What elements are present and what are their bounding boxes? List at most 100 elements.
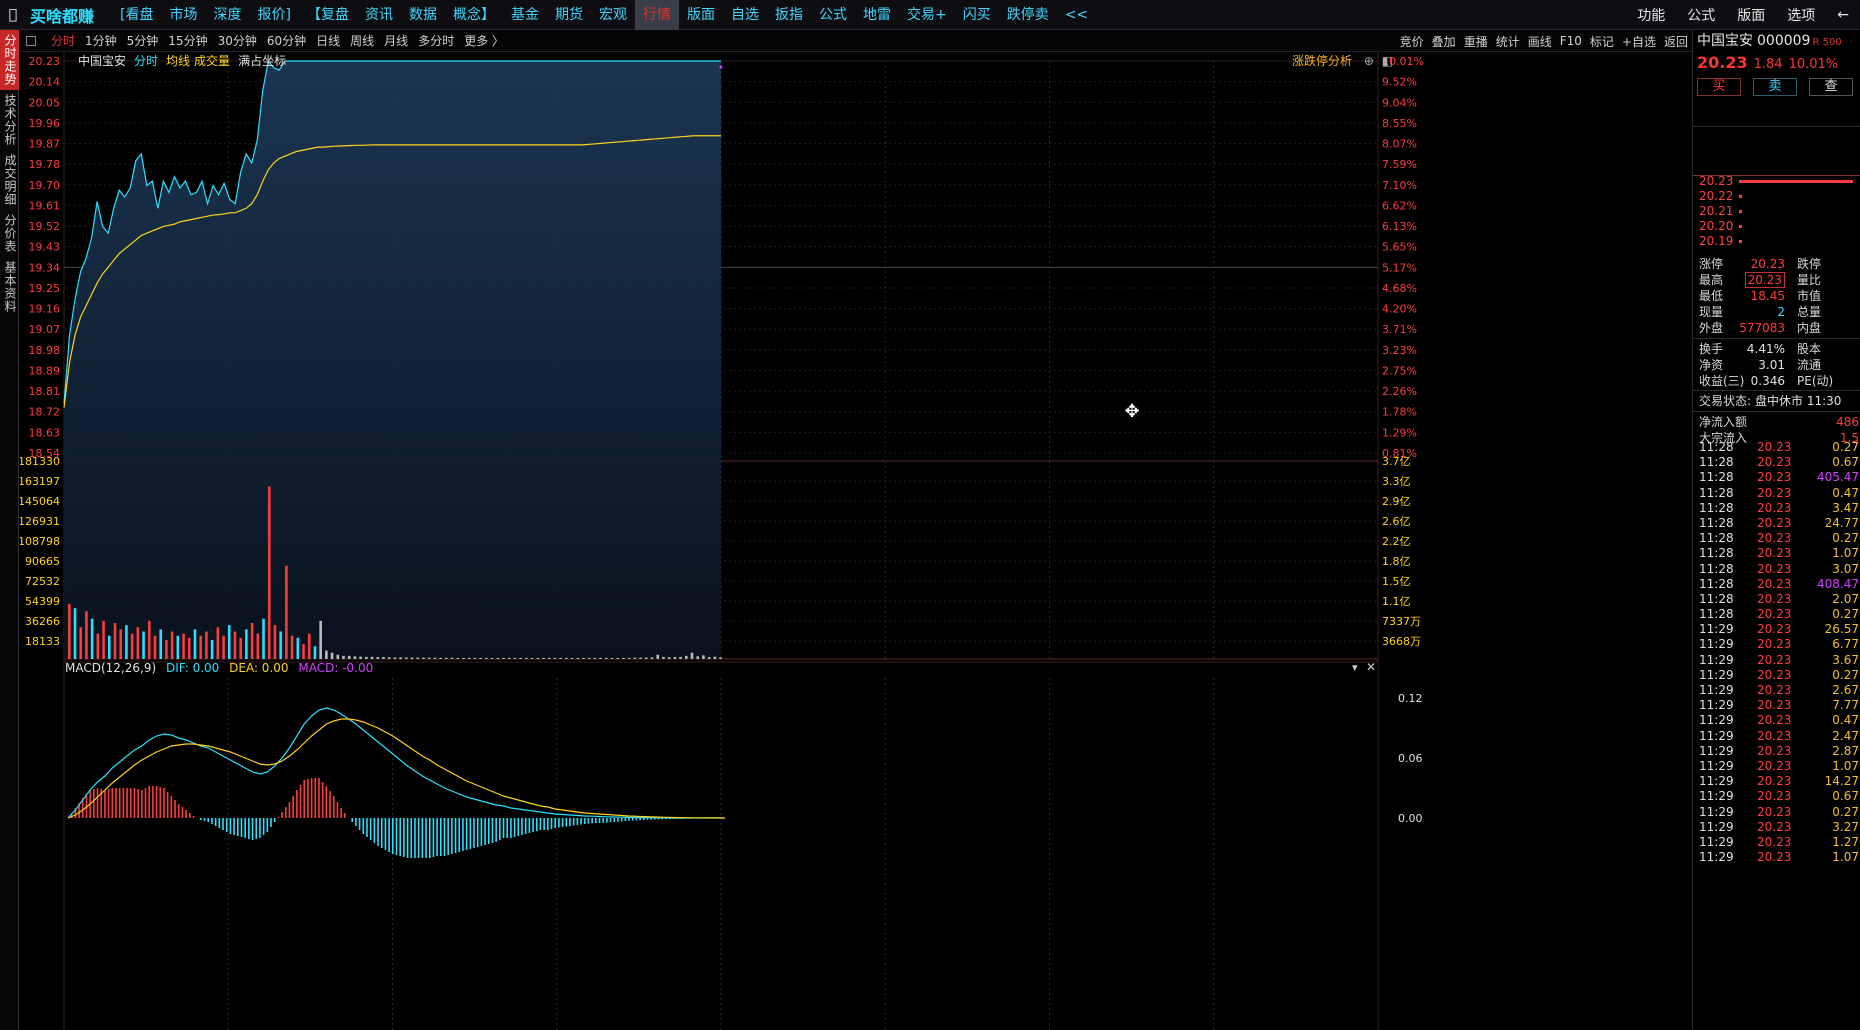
tick-row[interactable]: 11:28 20.23 0.67 — [1693, 455, 1860, 470]
period-tab[interactable]: 5分钟 — [122, 32, 164, 49]
chart-item-time[interactable]: 分时 — [134, 52, 158, 69]
menu-item[interactable]: 市场 — [161, 0, 205, 30]
order-book-level[interactable]: 20.22 — [1693, 189, 1860, 204]
period-tab[interactable]: 1分钟 — [80, 32, 122, 49]
order-book-level[interactable]: 20.21 — [1693, 204, 1860, 219]
period-tab[interactable]: 分时 — [46, 32, 80, 49]
menu-item[interactable]: 概念】 — [445, 0, 503, 30]
menu-item[interactable]: 资讯 — [357, 0, 401, 30]
sell-button[interactable]: 卖 — [1753, 78, 1797, 96]
tick-row[interactable]: 11:29 20.23 2.47 — [1693, 729, 1860, 744]
menu-item[interactable]: 自选 — [723, 0, 767, 30]
toolbar-action[interactable]: 叠加 — [1428, 33, 1460, 50]
query-button[interactable]: 查 — [1809, 78, 1853, 96]
tick-row[interactable]: 11:28 20.23 24.77 — [1693, 516, 1860, 531]
tick-row[interactable]: 11:28 20.23 0.27 — [1693, 607, 1860, 622]
macd-close-icon[interactable]: ✕ — [1366, 660, 1376, 674]
tick-row[interactable]: 11:28 20.23 0.47 — [1693, 486, 1860, 501]
menu-item[interactable]: 行情 — [634, 0, 679, 30]
toolbar-action[interactable]: 标记 — [1586, 33, 1618, 50]
menu-item[interactable]: 数据 — [401, 0, 445, 30]
tick-row[interactable]: 11:29 20.23 7.77 — [1693, 698, 1860, 713]
menu-item[interactable]: 跌停卖 — [999, 0, 1057, 30]
toolbar-action[interactable]: 统计 — [1492, 33, 1524, 50]
menu-item[interactable]: 交易+ — [899, 0, 955, 30]
period-tab[interactable]: 30分钟 — [213, 32, 262, 49]
period-tab[interactable]: 日线 — [311, 32, 345, 49]
menu-item[interactable]: 深度 — [205, 0, 249, 30]
buy-button[interactable]: 买 — [1697, 78, 1741, 96]
tick-row[interactable]: 11:29 20.23 14.27 — [1693, 774, 1860, 789]
period-tab[interactable]: 月线 — [379, 32, 413, 49]
tick-row[interactable]: 11:29 20.23 3.67 — [1693, 653, 1860, 668]
menu-item[interactable]: 宏观 — [591, 0, 635, 30]
side-tab[interactable]: 基本资料 — [0, 257, 19, 317]
period-tab[interactable]: 多分时 — [413, 32, 459, 49]
order-book-level[interactable]: 20.20 — [1693, 219, 1860, 234]
tick-row[interactable]: 11:29 20.23 3.27 — [1693, 820, 1860, 835]
period-tab[interactable]: 周线 — [345, 32, 379, 49]
tick-row[interactable]: 11:28 20.23 0.27 — [1693, 531, 1860, 546]
menu-item[interactable]: 期货 — [547, 0, 591, 30]
tick-row[interactable]: 11:28 20.23 408.47 — [1693, 577, 1860, 592]
toolbar-action[interactable]: F10 — [1556, 34, 1586, 48]
tick-row[interactable]: 11:29 20.23 26.57 — [1693, 622, 1860, 637]
menu-item[interactable]: << — [1057, 0, 1096, 30]
panel-toggle-icon[interactable] — [26, 35, 36, 46]
back-arrow-icon[interactable]: ← — [1826, 7, 1860, 23]
side-tab[interactable]: 分时走势 — [0, 30, 19, 90]
chart-canvas[interactable]: 20.23 10.01%20.14 9.52%20.05 9.04%19.96 8.55… — [20, 52, 1692, 1030]
side-tab[interactable]: 成交明细 — [0, 150, 19, 210]
menu-item[interactable]: [看盘 — [112, 0, 161, 30]
tick-row[interactable]: 11:29 20.23 1.07 — [1693, 759, 1860, 774]
period-tab[interactable]: 60分钟 — [262, 32, 311, 49]
tick-row[interactable]: 11:28 20.23 0.27 — [1693, 440, 1860, 455]
menu-right-item[interactable]: 版面 — [1726, 5, 1776, 25]
menu-item[interactable]: 公式 — [811, 0, 855, 30]
menu-item[interactable]: 报价] — [249, 0, 298, 30]
period-tab[interactable]: 更多 〉 — [459, 32, 509, 49]
tick-row[interactable]: 11:29 20.23 1.27 — [1693, 835, 1860, 850]
macd-dropdown-icon[interactable]: ▾ — [1352, 661, 1358, 674]
menu-item[interactable]: 版面 — [679, 0, 723, 30]
window-icon[interactable]: ◧ — [1382, 54, 1393, 68]
tick-row[interactable]: 11:29 20.23 2.67 — [1693, 683, 1860, 698]
toolbar-action[interactable]: 画线 — [1524, 33, 1556, 50]
toolbar-action[interactable]: 返回 — [1660, 33, 1692, 50]
tick-row[interactable]: 11:29 20.23 6.77 — [1693, 637, 1860, 652]
menu-right-item[interactable]: 公式 — [1676, 5, 1726, 25]
period-tab[interactable]: 15分钟 — [163, 32, 212, 49]
side-tab[interactable]: 技术分析 — [0, 90, 19, 150]
toolbar-action[interactable]: 竞价 — [1396, 33, 1428, 50]
toolbar-action[interactable]: 重播 — [1460, 33, 1492, 50]
plus-icon[interactable]: ⊕ — [1364, 54, 1374, 68]
intraday-chart[interactable]: 20.23 10.01% 20.14 9.52% 20.05 9.04% 19.96 8.55… — [20, 52, 1692, 1030]
tick-row[interactable]: 11:29 20.23 0.27 — [1693, 668, 1860, 683]
tick-row[interactable]: 11:29 20.23 0.47 — [1693, 713, 1860, 728]
dif-line[interactable] — [67, 707, 725, 819]
side-tab[interactable]: 分价表 — [0, 210, 19, 257]
tick-row[interactable]: 11:28 20.23 3.07 — [1693, 562, 1860, 577]
menu-right-item[interactable]: 选项 — [1776, 5, 1826, 25]
tick-row[interactable]: 11:29 20.23 0.27 — [1693, 805, 1860, 820]
tick-row[interactable]: 11:29 20.23 0.67 — [1693, 789, 1860, 804]
apple-icon[interactable]:  — [0, 7, 26, 23]
tick-row[interactable]: 11:29 20.23 2.87 — [1693, 744, 1860, 759]
tick-row[interactable]: 11:28 20.23 3.47 — [1693, 501, 1860, 516]
tick-row[interactable]: 11:28 20.23 1.07 — [1693, 546, 1860, 561]
tick-list[interactable]: 11:28 20.23 0.27 11:28 20.23 0.67 11:28 20.23 40… — [1693, 440, 1860, 865]
chart-item-volume[interactable]: 成交量 — [194, 52, 230, 69]
limit-analysis-button[interactable]: 涨跌停分析 ⊕ ◧ — [1292, 52, 1393, 68]
tick-row[interactable]: 11:29 20.23 1.07 — [1693, 850, 1860, 865]
toolbar-action[interactable]: +自选 — [1618, 33, 1660, 50]
chart-item-fullscale[interactable]: 满占坐标 — [238, 52, 286, 69]
tick-row[interactable]: 11:28 20.23 405.47 — [1693, 470, 1860, 485]
order-book-level[interactable]: 20.23 — [1693, 174, 1860, 189]
menu-right-item[interactable]: 功能 — [1626, 5, 1676, 25]
menu-item[interactable]: 扳指 — [767, 0, 811, 30]
menu-item[interactable]: 地雷 — [855, 0, 899, 30]
menu-item[interactable]: 闪买 — [955, 0, 999, 30]
order-book-level[interactable]: 20.19 — [1693, 234, 1860, 249]
tick-row[interactable]: 11:28 20.23 2.07 — [1693, 592, 1860, 607]
menu-item[interactable]: 【复盘 — [299, 0, 357, 30]
